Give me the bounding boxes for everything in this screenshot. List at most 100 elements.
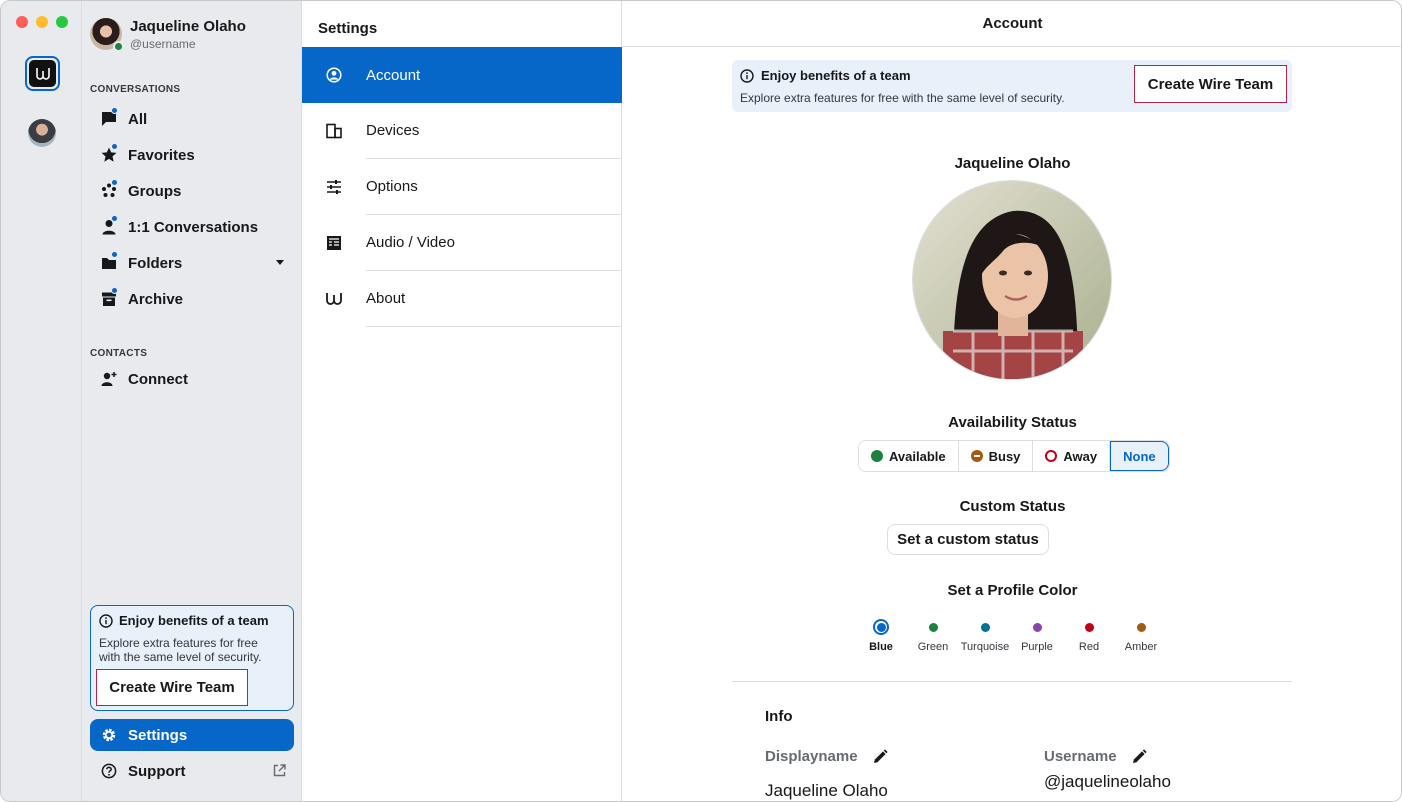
sidebar-item-groups[interactable]: Groups xyxy=(90,174,294,208)
edit-pencil-icon[interactable] xyxy=(872,748,888,765)
sidebar-item-label: Folders xyxy=(128,254,183,272)
color-option-blue[interactable]: Blue xyxy=(855,618,907,653)
color-label: Green xyxy=(917,641,949,653)
sidebar-item-connect[interactable]: Connect xyxy=(90,362,294,396)
contacts-section-title: CONTACTS xyxy=(90,348,148,359)
status-option-busy[interactable]: Busy xyxy=(958,441,1034,471)
username-value: @jaquelineolaho xyxy=(1044,772,1171,791)
unread-badge xyxy=(111,215,118,222)
status-option-label: Available xyxy=(889,448,946,464)
color-label: Red xyxy=(1078,641,1100,653)
sidebar-item-label: Favorites xyxy=(128,146,195,164)
unread-badge xyxy=(111,179,118,186)
availability-status-title: Availability Status xyxy=(948,414,1077,431)
color-option-turquoise[interactable]: Turquoise xyxy=(959,618,1011,653)
settings-menu: Settings Account Devices Options Audio /… xyxy=(302,1,622,801)
color-label: Purple xyxy=(1021,641,1053,653)
devices-icon xyxy=(326,123,342,139)
team-promo-card: Enjoy benefits of a team Explore extra f… xyxy=(90,605,294,711)
settings-item-account[interactable]: Account xyxy=(302,47,622,103)
displayname-label: Displayname xyxy=(765,748,888,765)
page-title: Account xyxy=(622,1,1401,47)
help-icon xyxy=(101,763,117,779)
settings-item-label: Audio / Video xyxy=(366,215,622,271)
team-rail xyxy=(1,1,82,801)
account-content: Account Enjoy benefits of a team Explore… xyxy=(622,1,1401,801)
sidebar-item-support[interactable]: Support xyxy=(90,755,294,787)
settings-item-options[interactable]: Options xyxy=(302,159,622,215)
unread-badge xyxy=(111,143,118,150)
conversations-section-title: CONVERSATIONS xyxy=(90,84,181,95)
sidebar-item-settings[interactable]: Settings xyxy=(90,719,294,751)
available-dot-icon xyxy=(871,450,883,462)
color-option-purple[interactable]: Purple xyxy=(1011,618,1063,653)
chevron-down-icon[interactable] xyxy=(276,260,284,265)
window-minimize-button[interactable] xyxy=(36,16,48,28)
conversations-sidebar: Jaqueline Olaho @username CONVERSATIONS … xyxy=(82,1,302,801)
user-name: Jaqueline Olaho xyxy=(130,18,246,35)
color-option-amber[interactable]: Amber xyxy=(1115,618,1167,653)
info-section-title: Info xyxy=(765,708,793,725)
info-icon xyxy=(740,68,754,83)
sidebar-item-label: Groups xyxy=(128,182,182,200)
sidebar-item-label: 1:1 Conversations xyxy=(128,218,259,236)
status-option-away[interactable]: Away xyxy=(1033,441,1111,471)
settings-item-about[interactable]: About xyxy=(302,271,622,327)
banner-title: Enjoy benefits of a team xyxy=(761,68,911,83)
wire-logo-icon xyxy=(326,293,342,305)
color-label: Blue xyxy=(869,641,893,653)
color-swatch xyxy=(1136,622,1146,632)
sidebar-item-one-to-one[interactable]: 1:1 Conversations xyxy=(90,210,294,244)
settings-title: Settings xyxy=(318,20,378,37)
color-swatch xyxy=(876,622,886,632)
sidebar-item-all[interactable]: All xyxy=(90,102,294,136)
audio-video-icon xyxy=(327,236,341,250)
color-swatch xyxy=(1032,622,1042,632)
window-close-button[interactable] xyxy=(16,16,28,28)
color-option-red[interactable]: Red xyxy=(1063,618,1115,653)
team-benefits-banner: Enjoy benefits of a team Explore extra f… xyxy=(732,60,1292,112)
color-label: Turquoise xyxy=(960,641,1010,653)
status-option-label: Away xyxy=(1063,448,1098,464)
promo-title: Enjoy benefits of a team xyxy=(119,613,269,628)
sidebar-item-archive[interactable]: Archive xyxy=(90,282,294,316)
color-option-green[interactable]: Green xyxy=(907,618,959,653)
gear-icon xyxy=(102,728,116,742)
add-contact-icon xyxy=(101,372,117,386)
create-wire-team-button[interactable]: Create Wire Team xyxy=(1134,65,1287,103)
profile-color-title: Set a Profile Color xyxy=(947,582,1078,599)
account-avatar-button[interactable] xyxy=(28,119,56,147)
edit-pencil-icon[interactable] xyxy=(1131,748,1147,765)
user-handle: @username xyxy=(130,37,196,51)
sidebar-item-folders[interactable]: Folders xyxy=(90,246,294,280)
settings-item-audio-video[interactable]: Audio / Video xyxy=(302,215,622,271)
app-window: Jaqueline Olaho @username CONVERSATIONS … xyxy=(0,0,1402,802)
unread-badge xyxy=(111,251,118,258)
unread-badge xyxy=(111,107,118,114)
wire-logo-icon xyxy=(35,67,50,80)
status-option-label: None xyxy=(1123,448,1156,464)
color-swatch xyxy=(928,622,938,632)
profile-name: Jaqueline Olaho xyxy=(954,155,1071,172)
support-label: Support xyxy=(128,762,186,780)
status-option-none[interactable]: None xyxy=(1110,441,1169,471)
promo-text: Explore extra features for free with the… xyxy=(99,636,262,664)
profile-color-picker: Blue Green Turquoise Purple Red Amber xyxy=(855,618,1167,653)
profile-photo-icon xyxy=(913,181,1111,379)
window-zoom-button[interactable] xyxy=(56,16,68,28)
wire-workspace-button[interactable] xyxy=(25,56,60,91)
profile-picture[interactable] xyxy=(912,180,1112,380)
sidebar-item-label: Connect xyxy=(128,370,188,388)
status-option-available[interactable]: Available xyxy=(859,441,959,471)
sidebar-item-favorites[interactable]: Favorites xyxy=(90,138,294,172)
set-custom-status-button[interactable]: Set a custom status xyxy=(887,524,1049,555)
color-label: Amber xyxy=(1124,641,1158,653)
create-wire-team-button[interactable]: Create Wire Team xyxy=(96,669,248,706)
online-status-indicator xyxy=(113,41,124,52)
color-swatch xyxy=(980,622,990,632)
busy-dot-icon xyxy=(970,450,983,462)
settings-item-label: About xyxy=(366,271,622,327)
away-dot-icon xyxy=(1045,450,1058,462)
settings-item-label: Account xyxy=(366,66,421,84)
settings-item-devices[interactable]: Devices xyxy=(302,103,622,159)
